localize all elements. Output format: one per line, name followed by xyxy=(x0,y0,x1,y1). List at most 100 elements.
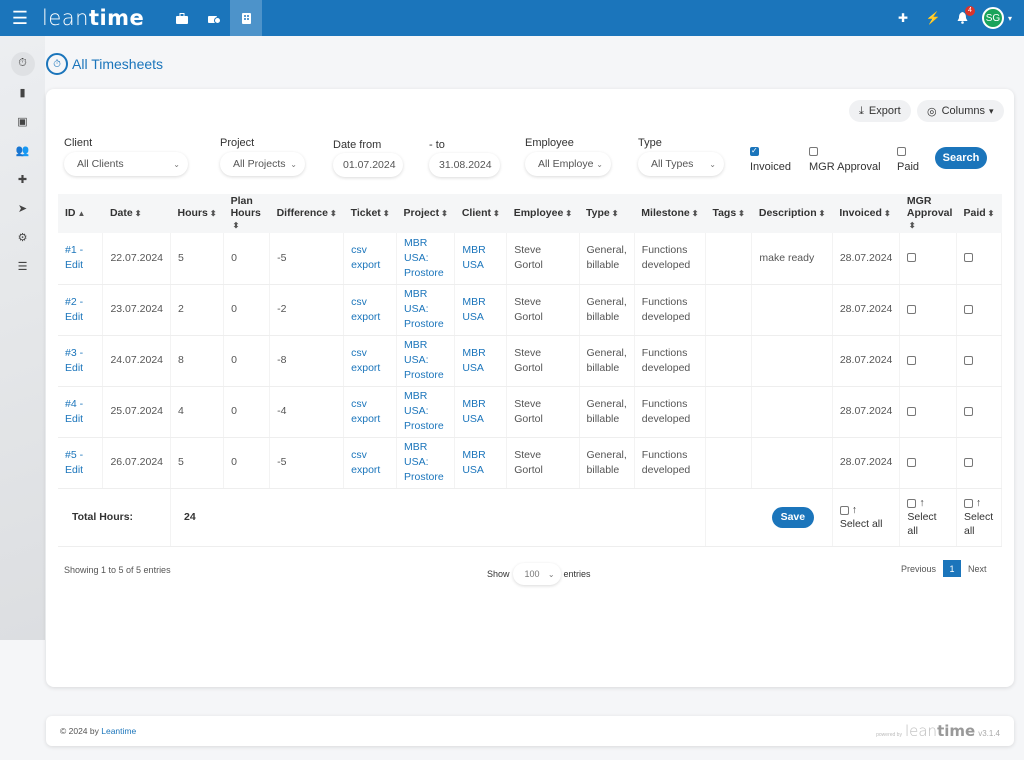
chevron-down-icon: ⌄ xyxy=(596,159,603,169)
select-all-paid-checkbox[interactable] xyxy=(963,498,973,508)
row-id-edit-link[interactable]: #5 - Edit xyxy=(58,437,104,489)
row-paid-checkbox[interactable] xyxy=(963,253,973,263)
column-header-employee[interactable]: Employee ⬍ xyxy=(507,194,579,233)
date-to-input[interactable]: 31.08.2024 xyxy=(429,153,500,177)
mgr-approval-checkbox[interactable] xyxy=(809,147,818,156)
timesheets-card: ⤓ Export ◎ Columns ▾ Client All Clients ⌄… xyxy=(46,89,1014,687)
column-header-project[interactable]: Project ⬍ xyxy=(397,194,455,233)
row-paid-checkbox[interactable] xyxy=(963,406,973,416)
sidebar-item-list[interactable]: ☰ xyxy=(0,252,45,281)
row-project-link[interactable]: MBR USA: Prostore xyxy=(396,437,456,489)
puzzle-icon[interactable]: ✚ xyxy=(892,0,914,36)
table-row: #4 - Edit 25.07.2024 4 0 -4 csv export MBR USA… xyxy=(58,386,1003,438)
column-header-ticket[interactable]: Ticket ⬍ xyxy=(344,194,397,233)
sidebar-item-users[interactable]: 👥 xyxy=(0,136,45,165)
date-from-input[interactable]: 01.07.2024 xyxy=(333,153,403,177)
previous-page-button[interactable]: Previous xyxy=(901,564,936,574)
select-all-invoiced-checkbox[interactable] xyxy=(839,505,849,515)
project-select[interactable]: All Projects ⌄ xyxy=(220,152,305,176)
row-id-edit-link[interactable]: #2 - Edit xyxy=(58,284,104,336)
row-date: 24.07.2024 xyxy=(102,335,172,387)
column-header-type[interactable]: Type ⬍ xyxy=(579,194,634,233)
sidebar-item-clients[interactable]: ▣ xyxy=(0,107,45,136)
menu-toggle-icon[interactable]: ☰ xyxy=(0,0,40,36)
page-length-select[interactable]: 100 ⌄ xyxy=(513,563,561,585)
row-mgr-approval-checkbox[interactable] xyxy=(907,457,917,467)
column-header-milestone[interactable]: Milestone ⬍ xyxy=(634,194,705,233)
row-id-edit-link[interactable]: #4 - Edit xyxy=(58,386,104,438)
row-id-edit-link[interactable]: #1 - Edit xyxy=(58,233,104,285)
row-project-link[interactable]: MBR USA: Prostore xyxy=(396,233,456,285)
bolt-icon[interactable]: ⚡ xyxy=(922,0,944,36)
sidebar-item-settings[interactable]: ⚙ xyxy=(0,223,45,252)
row-client-link[interactable]: MBR USA xyxy=(454,437,508,489)
column-header-description[interactable]: Description ⬍ xyxy=(752,194,832,233)
chevron-down-icon: ⌄ xyxy=(547,569,555,579)
timesheet-icon[interactable] xyxy=(198,0,230,36)
column-header-client[interactable]: Client ⬍ xyxy=(455,194,507,233)
page-1-button[interactable]: 1 xyxy=(943,560,962,577)
columns-button[interactable]: ◎ Columns ▾ xyxy=(917,100,1004,122)
sidebar-item-projects[interactable]: ▮ xyxy=(0,78,45,107)
row-ticket-link[interactable]: csv export xyxy=(343,233,398,285)
select-all-mgr-checkbox[interactable] xyxy=(907,498,917,508)
row-client-link[interactable]: MBR USA xyxy=(454,233,508,285)
logo-bold: time xyxy=(88,6,145,30)
column-header-id[interactable]: ID ▲ xyxy=(58,194,103,233)
user-menu-caret-icon[interactable]: ▾ xyxy=(1008,14,1012,23)
employee-select[interactable]: All Employe ⌄ xyxy=(525,152,611,176)
sidebar-item-timesheets[interactable]: ⏱ xyxy=(0,49,45,78)
footer-leantime-logo: leantime xyxy=(904,722,976,740)
sidebar-item-share[interactable]: ➤ xyxy=(0,194,45,223)
column-header-hours[interactable]: Hours ⬍ xyxy=(171,194,224,233)
notifications-bell-icon[interactable]: 4 xyxy=(952,0,975,36)
building-icon[interactable] xyxy=(230,0,262,36)
table-body: #1 - Edit 22.07.2024 5 0 -5 csv export MBR USA… xyxy=(58,233,1003,489)
invoiced-select-all[interactable]: ↑ Select all xyxy=(832,488,901,547)
client-select[interactable]: All Clients ⌄ xyxy=(64,152,188,176)
search-button[interactable]: Search xyxy=(935,147,987,169)
invoiced-checkbox[interactable] xyxy=(750,146,759,156)
briefcase-icon[interactable] xyxy=(166,0,198,36)
row-mgr-approval-checkbox[interactable] xyxy=(907,355,917,365)
row-paid-checkbox[interactable] xyxy=(963,355,973,365)
mgr-approval-select-all[interactable]: ↑ Select all xyxy=(899,488,957,547)
save-button[interactable]: Save xyxy=(771,506,814,528)
column-header-tags[interactable]: Tags ⬍ xyxy=(705,194,751,233)
type-select[interactable]: All Types ⌄ xyxy=(638,152,724,176)
column-header-difference[interactable]: Difference ⬍ xyxy=(270,194,344,233)
sort-icon: ⬍ xyxy=(818,209,826,218)
row-paid-checkbox[interactable] xyxy=(963,304,973,314)
arrow-up-icon: ↑ xyxy=(919,497,925,509)
user-avatar[interactable]: SG xyxy=(981,7,1004,29)
column-header-mgr-approval[interactable]: MGR Approval⬍ xyxy=(900,194,957,233)
date-to-label: - to xyxy=(429,139,445,151)
row-ticket-link[interactable]: csv export xyxy=(343,335,398,387)
row-ticket-link[interactable]: csv export xyxy=(343,284,398,336)
row-client-link[interactable]: MBR USA xyxy=(454,284,508,336)
column-header-paid[interactable]: Paid ⬍ xyxy=(956,194,1001,233)
row-mgr-approval-checkbox[interactable] xyxy=(907,406,917,416)
paid-select-all[interactable]: ↑ Select all xyxy=(956,488,1003,547)
row-ticket-link[interactable]: csv export xyxy=(343,386,398,438)
row-mgr-approval-checkbox[interactable] xyxy=(907,253,917,263)
column-header-date[interactable]: Date ⬍ xyxy=(103,194,171,233)
sidebar-item-plugins[interactable]: ✚ xyxy=(0,165,45,194)
row-project-link[interactable]: MBR USA: Prostore xyxy=(396,386,456,438)
row-client-link[interactable]: MBR USA xyxy=(454,335,508,387)
paid-checkbox[interactable] xyxy=(897,147,906,156)
row-id-edit-link[interactable]: #3 - Edit xyxy=(58,335,104,387)
row-ticket-link[interactable]: csv export xyxy=(343,437,398,489)
leantime-logo[interactable]: leantime xyxy=(42,6,162,30)
row-project-link[interactable]: MBR USA: Prostore xyxy=(396,335,456,387)
leantime-link[interactable]: Leantime xyxy=(101,726,136,736)
row-mgr-approval-checkbox[interactable] xyxy=(907,304,917,314)
row-paid-checkbox[interactable] xyxy=(963,457,973,467)
column-header-invoiced[interactable]: Invoiced ⬍ xyxy=(832,194,900,233)
column-header-plan-hours[interactable]: Plan Hours⬍ xyxy=(224,194,270,233)
export-button[interactable]: ⤓ Export xyxy=(849,100,911,122)
row-project-link[interactable]: MBR USA: Prostore xyxy=(396,284,456,336)
table-row: #1 - Edit 22.07.2024 5 0 -5 csv export MBR USA… xyxy=(58,233,1003,285)
row-client-link[interactable]: MBR USA xyxy=(454,386,508,438)
next-page-button[interactable]: Next xyxy=(968,564,987,574)
